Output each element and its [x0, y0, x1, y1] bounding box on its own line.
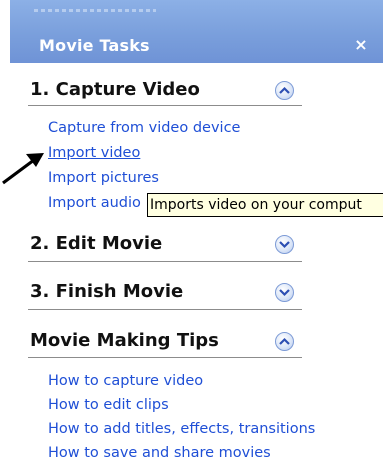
section-title-capture-video[interactable]: 1. Capture Video [30, 79, 200, 100]
movie-tasks-header: Movie Tasks × [10, 0, 383, 63]
chevron-up-icon[interactable] [275, 81, 294, 100]
chevron-up-icon[interactable] [275, 332, 294, 351]
link-capture-from-video-device[interactable]: Capture from video device [48, 120, 240, 136]
movie-tasks-pane: Movie Tasks × 1. Capture Video Capture f… [0, 0, 383, 465]
section-title-movie-making-tips[interactable]: Movie Making Tips [30, 330, 219, 351]
link-import-pictures[interactable]: Import pictures [48, 170, 159, 186]
movie-tasks-title: Movie Tasks [39, 36, 150, 55]
link-how-to-edit-clips[interactable]: How to edit clips [48, 397, 169, 413]
link-how-to-capture-video[interactable]: How to capture video [48, 373, 203, 389]
link-how-to-add-titles[interactable]: How to add titles, effects, transitions [48, 421, 315, 437]
section-divider [28, 357, 302, 358]
section-divider [28, 105, 302, 106]
section-divider [28, 261, 302, 262]
header-decoration [34, 9, 156, 12]
chevron-down-icon[interactable] [275, 283, 294, 302]
link-import-video[interactable]: Import video [48, 145, 140, 161]
pane-left-edge [0, 0, 10, 465]
link-import-audio[interactable]: Import audio [48, 195, 141, 211]
section-title-finish-movie[interactable]: 3. Finish Movie [30, 281, 183, 302]
close-button[interactable]: × [352, 36, 370, 54]
link-how-to-save-and-share[interactable]: How to save and share movies [48, 445, 271, 461]
arrow-pointer-icon [2, 153, 44, 185]
section-title-edit-movie[interactable]: 2. Edit Movie [30, 233, 162, 254]
chevron-down-icon[interactable] [275, 235, 294, 254]
section-divider [28, 309, 302, 310]
import-video-tooltip: Imports video on your comput [147, 193, 383, 217]
